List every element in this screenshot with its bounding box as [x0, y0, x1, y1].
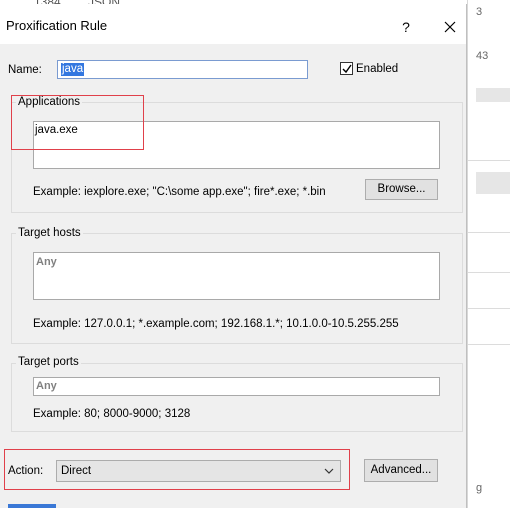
background-divider: [468, 308, 510, 309]
help-button[interactable]: ?: [393, 14, 419, 40]
name-input[interactable]: java: [57, 60, 308, 79]
target-ports-group: [11, 363, 463, 432]
background-blue-bar: [8, 504, 56, 508]
background-right-panel: 3 43 g: [467, 0, 510, 508]
background-row: [476, 172, 510, 194]
background-divider: [468, 232, 510, 233]
target-ports-value: Any: [36, 380, 57, 392]
advanced-button[interactable]: Advanced...: [364, 459, 438, 482]
name-input-value: java: [61, 63, 85, 76]
applications-example: Example: iexplore.exe; "C:\some app.exe"…: [33, 186, 326, 198]
checkmark-icon: [342, 64, 352, 74]
name-label: Name:: [8, 64, 42, 76]
target-hosts-input[interactable]: Any: [33, 252, 440, 300]
enabled-label: Enabled: [356, 63, 399, 75]
target-ports-input[interactable]: Any: [33, 377, 440, 396]
target-ports-group-title: Target ports: [16, 356, 81, 368]
background-row: [476, 88, 510, 102]
target-hosts-value: Any: [36, 256, 57, 268]
applications-highlight-box: [11, 95, 144, 150]
background-divider: [468, 160, 510, 161]
browse-button[interactable]: Browse...: [365, 179, 438, 200]
target-ports-example: Example: 80; 8000-9000; 3128: [33, 408, 191, 420]
background-right-text-1: 3: [476, 6, 483, 18]
close-button[interactable]: [437, 14, 463, 40]
target-hosts-example: Example: 127.0.0.1; *.example.com; 192.1…: [33, 318, 399, 330]
background-divider: [468, 344, 510, 345]
enabled-checkbox[interactable]: [340, 62, 353, 75]
proxification-rule-dialog: Proxification Rule ? Name: java Enabled …: [0, 4, 467, 508]
background-right-text-3: g: [476, 482, 483, 494]
dialog-title: Proxification Rule: [6, 18, 108, 33]
background-right-text-2: 43: [476, 50, 489, 62]
background-divider: [468, 272, 510, 273]
close-icon: [444, 21, 456, 33]
title-bar: Proxification Rule ?: [0, 4, 466, 44]
target-hosts-group-title: Target hosts: [16, 227, 83, 239]
action-highlight-box: [4, 449, 350, 490]
